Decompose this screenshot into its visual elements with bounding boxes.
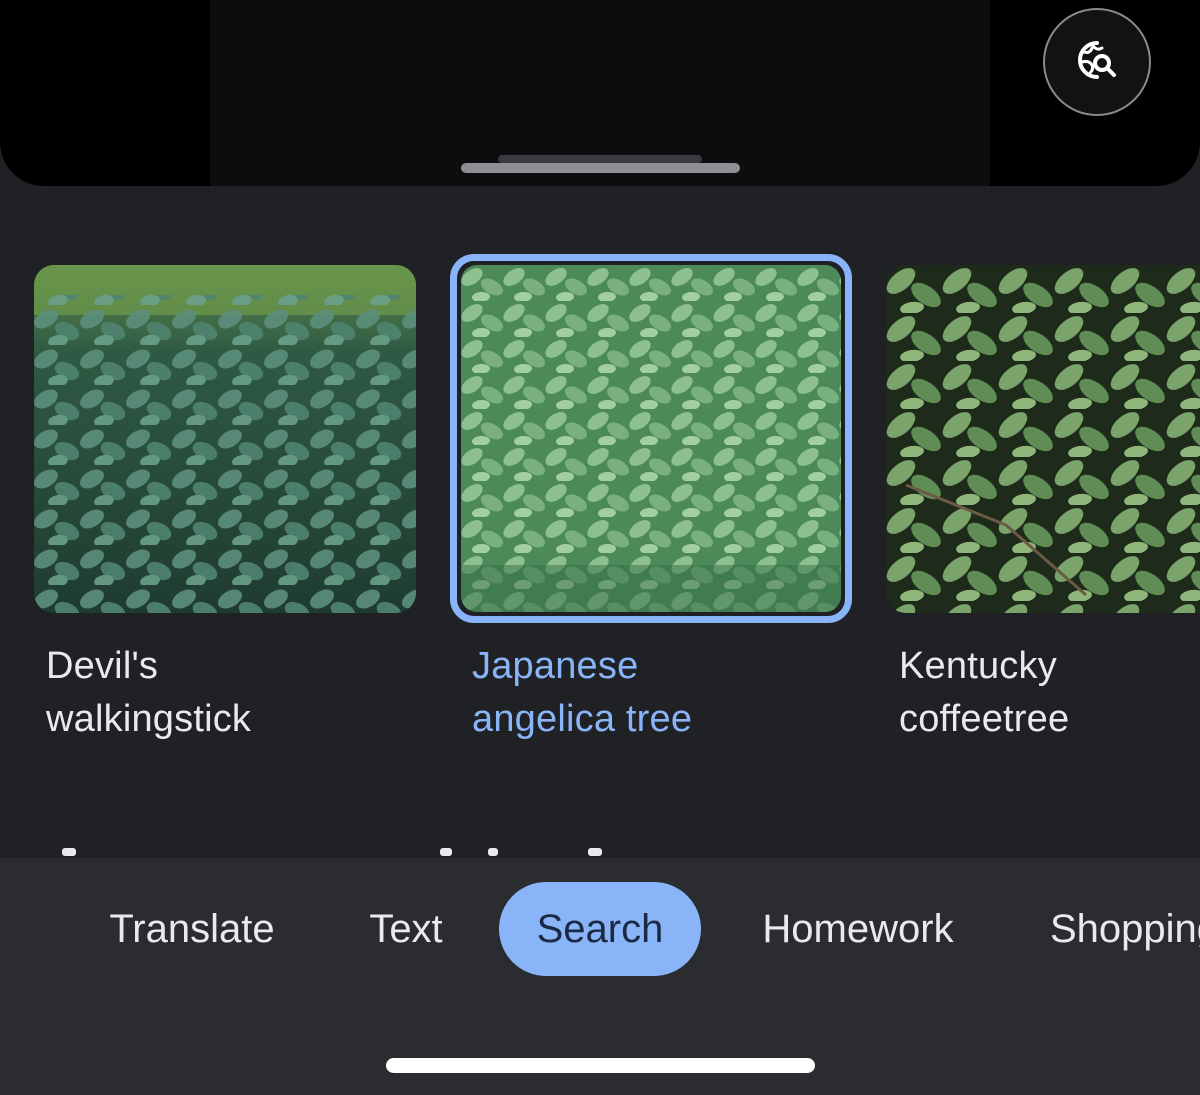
- result-title-line2: coffeetree: [899, 698, 1070, 740]
- tab-homework[interactable]: Homework: [752, 882, 964, 976]
- result-title-line1: Japanese: [472, 645, 639, 687]
- tab-search[interactable]: Search: [499, 882, 701, 976]
- result-title-line1: Devil's: [46, 645, 159, 687]
- tab-shopping[interactable]: Shopping: [1050, 882, 1200, 976]
- result-title[interactable]: Kentucky coffeetree: [899, 640, 1069, 746]
- visual-matches-row: Devil's walkingstick Japanese angelica t…: [0, 254, 1200, 774]
- lens-search-icon: [1075, 38, 1119, 87]
- result-title[interactable]: Japanese angelica tree: [472, 640, 692, 746]
- result-title-line2: walkingstick: [46, 698, 252, 740]
- result-title-line2: angelica tree: [472, 698, 693, 740]
- tab-text[interactable]: Text: [362, 882, 450, 976]
- home-indicator[interactable]: [386, 1058, 815, 1073]
- result-thumbnail[interactable]: [886, 265, 1200, 613]
- result-thumbnail[interactable]: [461, 265, 841, 612]
- lens-results-screen: Devil's walkingstick Japanese angelica t…: [0, 0, 1200, 1095]
- result-thumbnail[interactable]: [34, 265, 416, 613]
- image-preview[interactable]: [0, 0, 1200, 186]
- lens-search-button[interactable]: [1043, 8, 1151, 116]
- sheet-drag-handle[interactable]: [461, 163, 740, 173]
- tab-translate[interactable]: Translate: [104, 882, 280, 976]
- crop-edge: [498, 155, 702, 163]
- result-title[interactable]: Devil's walkingstick: [46, 640, 251, 746]
- result-title-line1: Kentucky: [899, 645, 1057, 687]
